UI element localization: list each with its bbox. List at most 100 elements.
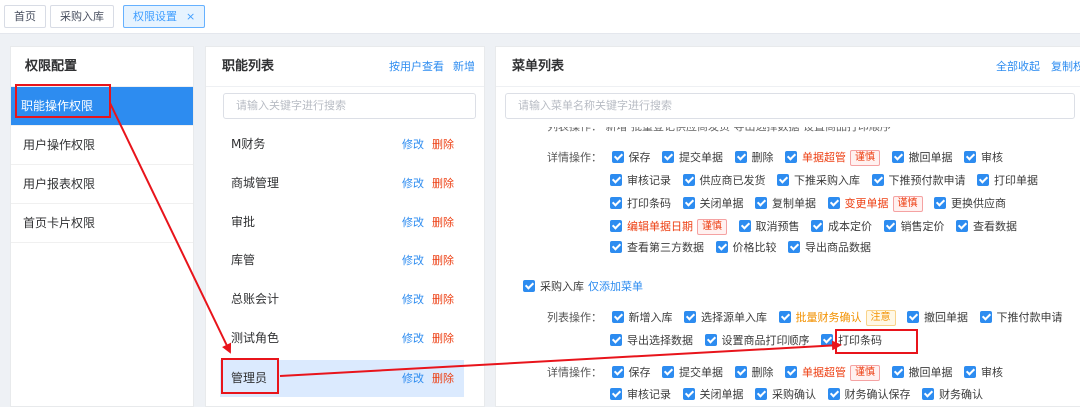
collapse-all-link[interactable]: 全部收起 xyxy=(996,47,1040,87)
edit-link[interactable]: 修改 xyxy=(402,204,424,241)
tab-purchase-in[interactable]: 采购入库 xyxy=(50,5,114,28)
role-item-m-finance[interactable]: M财务 修改 删除 xyxy=(220,126,464,163)
perm-checkbox[interactable]: 打印单据 xyxy=(977,171,1038,191)
perm-checkbox[interactable]: 下推付款申请 xyxy=(979,308,1063,328)
edit-link[interactable]: 修改 xyxy=(402,281,424,318)
perm-checkbox[interactable]: 删除 xyxy=(734,148,774,168)
detail-ops-row: 详情操作： 保存 提交单据 删除 单据超管 谨慎 撤回单据 审核 xyxy=(547,148,1011,168)
perm-checkbox[interactable]: 查看第三方数据 xyxy=(610,238,704,258)
perm-checkbox[interactable]: 导出选择数据 xyxy=(610,331,693,351)
perm-checkbox[interactable]: 查看数据 xyxy=(956,217,1017,237)
delete-link[interactable]: 删除 xyxy=(432,126,454,163)
list-ops-row-cut: 列表操作： 新增 批量登记供应商发货 导出选择数据 设置商品打印顺序 xyxy=(547,127,891,137)
perm-checkbox[interactable]: 复制单据 xyxy=(755,194,816,214)
app-root: 首页 采购入库 权限设置 × 权限配置 职能操作权限 用户操作权限 用户报表权限 … xyxy=(0,0,1080,407)
perm-checkbox[interactable]: 保存 xyxy=(611,363,651,383)
detail-ops-row: 详情操作： 保存 提交单据 删除 单据超管 谨慎 撤回单据 审核 xyxy=(547,363,1011,383)
role-list-title: 职能列表 xyxy=(222,59,275,74)
delete-link[interactable]: 删除 xyxy=(432,165,454,202)
perm-checkbox[interactable]: 供应商已发货 xyxy=(682,171,766,191)
perm-checkbox[interactable]: 单据超管 谨慎 xyxy=(785,363,880,383)
perm-checkbox[interactable]: 审核记录 xyxy=(610,385,671,405)
perm-checkbox[interactable]: 删除 xyxy=(734,363,774,383)
role-list-header: 职能列表 按用户查看 新增 xyxy=(206,47,484,87)
perm-checkbox[interactable]: 关闭单据 xyxy=(682,194,744,214)
perm-checkbox[interactable]: 下推采购入库 xyxy=(777,171,860,191)
role-item-admin[interactable]: 管理员 修改 删除 xyxy=(220,360,464,397)
perm-checkbox[interactable]: 设置商品打印顺序 xyxy=(704,331,810,351)
perm-checkbox[interactable]: 取消预售 xyxy=(738,217,800,237)
role-search-input[interactable]: 请输入关键字进行搜索 xyxy=(223,93,476,119)
perm-checkbox[interactable]: 新增入库 xyxy=(611,308,673,328)
perm-checkbox[interactable]: 销售定价 xyxy=(883,217,945,237)
perm-checkbox[interactable]: 单据超管 谨慎 xyxy=(785,148,880,168)
role-item-general-accountant[interactable]: 总账会计 修改 删除 xyxy=(220,281,464,318)
delete-link[interactable]: 删除 xyxy=(432,242,454,279)
perm-checkbox[interactable]: 撤回单据 xyxy=(891,148,953,168)
menu-checkbox-purchase-in[interactable]: 采购入库 仅添加菜单 xyxy=(523,277,643,297)
perm-checkbox[interactable]: 导出商品数据 xyxy=(788,238,871,258)
edit-link[interactable]: 修改 xyxy=(402,242,424,279)
tab-permission-settings[interactable]: 权限设置 × xyxy=(123,5,206,28)
menu-list-title: 菜单列表 xyxy=(512,59,565,74)
perm-checkbox[interactable]: 打印条码 xyxy=(610,194,671,214)
warn-tag: 谨慎 xyxy=(850,365,880,381)
perm-checkbox[interactable]: 审核记录 xyxy=(610,171,671,191)
sidebar-item-user-permission[interactable]: 用户操作权限 xyxy=(11,126,193,165)
perm-checkbox[interactable]: 提交单据 xyxy=(662,148,723,168)
perm-checkbox[interactable]: 撤回单据 xyxy=(907,308,968,328)
sidebar: 权限配置 职能操作权限 用户操作权限 用户报表权限 首页卡片权限 xyxy=(10,46,194,407)
perm-checkbox[interactable]: 提交单据 xyxy=(662,363,723,383)
menu-node-purchase-in: 采购入库 仅添加菜单 xyxy=(523,277,651,297)
perm-checkbox[interactable]: 财务确认 xyxy=(922,385,983,405)
delete-link[interactable]: 删除 xyxy=(432,360,454,397)
role-item-mall[interactable]: 商城管理 修改 删除 xyxy=(220,165,464,202)
role-item-warehouse[interactable]: 库管 修改 删除 xyxy=(220,242,464,279)
sidebar-item-role-permission[interactable]: 职能操作权限 xyxy=(11,87,193,126)
notice-tag: 注意 xyxy=(865,310,896,326)
add-role-link[interactable]: 新增 xyxy=(453,47,475,87)
list-ops-label: 列表操作： xyxy=(547,311,602,324)
detail-ops-row: 编辑单据日期 谨慎 取消预售 成本定价 销售定价 查看数据 xyxy=(610,217,1025,237)
sidebar-item-user-report[interactable]: 用户报表权限 xyxy=(11,165,193,204)
perm-checkbox[interactable]: 选择源单入库 xyxy=(684,308,767,328)
role-item-test[interactable]: 测试角色 修改 删除 xyxy=(220,320,464,357)
perm-checkbox[interactable]: 财务确认保存 xyxy=(827,385,911,405)
perm-checkbox[interactable]: 采购确认 xyxy=(755,385,816,405)
perm-checkbox[interactable]: 批量财务确认 注意 xyxy=(778,308,896,328)
detail-ops-label: 详情操作： xyxy=(547,151,602,164)
perm-checkbox[interactable]: 保存 xyxy=(611,148,651,168)
delete-link[interactable]: 删除 xyxy=(432,320,454,357)
delete-link[interactable]: 删除 xyxy=(432,204,454,241)
perm-checkbox[interactable]: 变更单据 谨慎 xyxy=(827,194,923,214)
perm-checkbox[interactable]: 关闭单据 xyxy=(682,385,744,405)
detail-ops-row: 查看第三方数据 价格比较 导出商品数据 xyxy=(610,238,879,258)
menu-list-header: 菜单列表 全部收起 复制权 xyxy=(496,47,1080,87)
warn-tag: 谨慎 xyxy=(892,196,923,212)
perm-checkbox[interactable]: 审核 xyxy=(964,363,1003,383)
perm-checkbox-print-barcode[interactable]: 打印条码 xyxy=(821,331,882,351)
menu-search-input[interactable]: 请输入菜单名称关键字进行搜索 xyxy=(505,93,1075,119)
sidebar-item-home-card[interactable]: 首页卡片权限 xyxy=(11,204,193,243)
list-ops-row: 列表操作： 新增入库 选择源单入库 批量财务确认 注意 撤回单据 下推付款申请 xyxy=(547,308,1071,328)
perm-checkbox[interactable]: 成本定价 xyxy=(811,217,872,237)
edit-link[interactable]: 修改 xyxy=(402,126,424,163)
add-menu-only-link[interactable]: 仅添加菜单 xyxy=(588,280,643,293)
copy-permission-link[interactable]: 复制权 xyxy=(1051,47,1080,87)
delete-link[interactable]: 删除 xyxy=(432,281,454,318)
role-item-approval[interactable]: 审批 修改 删除 xyxy=(220,204,464,241)
warn-tag: 谨慎 xyxy=(850,150,880,166)
perm-checkbox[interactable]: 审核 xyxy=(964,148,1003,168)
perm-checkbox[interactable]: 下推预付款申请 xyxy=(871,171,966,191)
edit-link[interactable]: 修改 xyxy=(402,320,424,357)
perm-checkbox[interactable]: 编辑单据日期 谨慎 xyxy=(610,217,727,237)
detail-ops-label: 详情操作： xyxy=(547,366,602,379)
edit-link[interactable]: 修改 xyxy=(402,165,424,202)
tab-home[interactable]: 首页 xyxy=(4,5,46,28)
perm-checkbox[interactable]: 撤回单据 xyxy=(891,363,953,383)
close-icon[interactable]: × xyxy=(186,10,195,23)
edit-link[interactable]: 修改 xyxy=(402,360,424,397)
perm-checkbox[interactable]: 价格比较 xyxy=(715,238,777,258)
view-by-user-link[interactable]: 按用户查看 xyxy=(389,47,444,87)
perm-checkbox[interactable]: 更换供应商 xyxy=(934,194,1006,214)
